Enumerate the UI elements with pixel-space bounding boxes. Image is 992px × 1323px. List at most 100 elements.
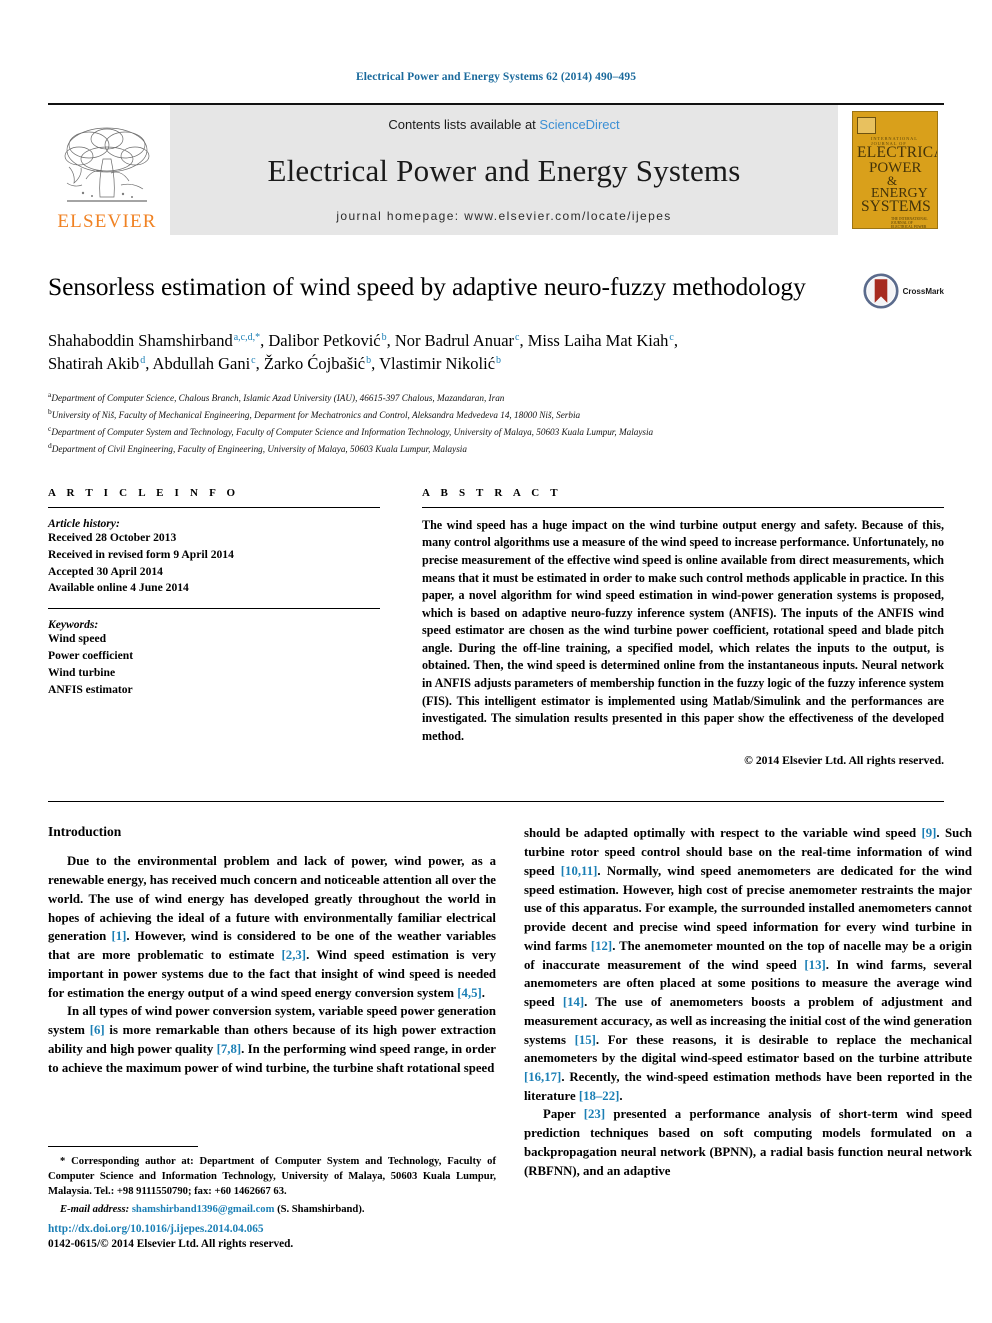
keyword-item: Power coefficient bbox=[48, 649, 134, 663]
article-history-title: Article history: bbox=[48, 516, 120, 530]
affiliation-item: cDepartment of Computer System and Techn… bbox=[48, 423, 944, 440]
keyword-item: ANFIS estimator bbox=[48, 683, 133, 697]
keywords-list: Wind speed Power coefficient Wind turbin… bbox=[48, 631, 380, 699]
divider bbox=[48, 506, 380, 508]
contents-available-line: Contents lists available at ScienceDirec… bbox=[388, 117, 619, 132]
history-item: Received 28 October 2013 bbox=[48, 530, 177, 544]
journal-homepage[interactable]: journal homepage: www.elsevier.com/locat… bbox=[336, 209, 671, 223]
author-name: , Nor Badrul Anuar bbox=[386, 331, 515, 350]
citation-reference[interactable]: [10,11] bbox=[561, 864, 598, 878]
abstract-text: The wind speed has a huge impact on the … bbox=[422, 517, 944, 743]
doi-link[interactable]: http://dx.doi.org/10.1016/j.ijepes.2014.… bbox=[48, 1222, 508, 1237]
cover-subline: THE INTERNATIONAL JOURNAL OF ELECTRICAL … bbox=[891, 216, 928, 229]
body-paragraph: should be adapted optimally with respect… bbox=[524, 826, 973, 1103]
page-title: Sensorless estimation of wind speed by a… bbox=[48, 272, 806, 301]
citation-reference[interactable]: [12] bbox=[591, 939, 612, 953]
author-separator: , bbox=[673, 331, 678, 350]
divider bbox=[422, 506, 944, 508]
article-info-column: A R T I C L E I N F O Article history: R… bbox=[48, 487, 380, 768]
citation-reference[interactable]: [15] bbox=[575, 1033, 596, 1047]
email-note: E-mail address: shamshirband1396@gmail.c… bbox=[48, 1202, 496, 1217]
section-heading-introduction: Introduction bbox=[48, 824, 122, 840]
author-name: , Miss Laiha Mat Kiah bbox=[519, 331, 669, 350]
abstract-heading: A B S T R A C T bbox=[422, 486, 562, 499]
history-item: Accepted 30 April 2014 bbox=[48, 564, 163, 578]
elsevier-tree-icon bbox=[59, 123, 155, 211]
author-affiliation-marker: a,c,d,* bbox=[233, 331, 261, 343]
keywords-title: Keywords: bbox=[48, 618, 99, 632]
history-item: Received in revised form 9 April 2014 bbox=[48, 547, 234, 561]
citation-reference[interactable]: [4,5] bbox=[457, 986, 482, 1000]
author-name: , Abdullah Gani bbox=[145, 354, 251, 374]
citation-reference[interactable]: [9] bbox=[921, 826, 936, 840]
corresponding-author-note: * Corresponding author at: Department of… bbox=[48, 1156, 496, 1198]
footnote-block: * Corresponding author at: Department of… bbox=[48, 1146, 496, 1218]
citation-reference[interactable]: [1] bbox=[111, 929, 126, 943]
affiliation-text: University of Niš, Faculty of Mechanical… bbox=[51, 409, 581, 420]
body-paragraph: Paper [23] presented a performance analy… bbox=[524, 1107, 972, 1178]
keyword-item: Wind speed bbox=[48, 632, 107, 646]
citation-reference[interactable]: [6] bbox=[90, 1023, 105, 1037]
sciencedirect-link[interactable]: ScienceDirect bbox=[539, 117, 619, 132]
author-name: Shahaboddin Shamshirband bbox=[48, 331, 233, 350]
body-paragraph: In all types of wind power conversion sy… bbox=[48, 1004, 496, 1075]
citation-reference[interactable]: [16,17] bbox=[524, 1070, 561, 1084]
journal-masthead: ELSEVIER Contents lists available at Sci… bbox=[48, 103, 944, 235]
paper-page: Electrical Power and Energy Systems 62 (… bbox=[0, 0, 992, 1323]
abstract-copyright: © 2014 Elsevier Ltd. All rights reserved… bbox=[744, 754, 944, 768]
citation-reference[interactable]: [23] bbox=[584, 1107, 605, 1121]
citation-reference[interactable]: [2,3] bbox=[282, 948, 307, 962]
footnote-divider bbox=[48, 1146, 198, 1147]
email-label: E-mail address: bbox=[60, 1204, 130, 1216]
affiliation-item: aDepartment of Computer Science, Chalous… bbox=[48, 389, 944, 406]
citation-reference[interactable]: [18–22] bbox=[579, 1089, 620, 1103]
affiliation-text: Department of Computer System and Techno… bbox=[51, 426, 654, 437]
doi-block: http://dx.doi.org/10.1016/j.ijepes.2014.… bbox=[48, 1222, 508, 1253]
body-columns: Introduction Due to the environmental pr… bbox=[48, 824, 972, 1180]
author-name: , Vlastimir Nikolić bbox=[371, 354, 496, 374]
journal-title: Electrical Power and Energy Systems bbox=[267, 152, 741, 188]
abstract-column: A B S T R A C T The wind speed has a hug… bbox=[422, 486, 944, 768]
history-item: Available online 4 June 2014 bbox=[48, 581, 189, 595]
citation-reference[interactable]: [13] bbox=[804, 958, 825, 972]
email-owner: (S. Shamshirband). bbox=[277, 1204, 365, 1216]
author-affiliation-marker: b bbox=[496, 354, 502, 366]
affiliation-item: dDepartment of Civil Engineering, Facult… bbox=[48, 440, 944, 457]
author-line-1: Shahaboddin Shamshirbanda,c,d,*, Dalibor… bbox=[48, 329, 944, 352]
author-name: , Žarko Ćojbašić bbox=[255, 354, 366, 374]
crossmark-icon bbox=[863, 273, 899, 309]
article-history-list: Received 28 October 2013 Received in rev… bbox=[48, 530, 380, 598]
author-list: Shahaboddin Shamshirbanda,c,d,*, Dalibor… bbox=[48, 329, 944, 376]
elsevier-logo: ELSEVIER bbox=[48, 105, 166, 235]
email-link[interactable]: shamshirband1396@gmail.com bbox=[132, 1204, 275, 1215]
title-text-wrap: Sensorless estimation of wind speed by a… bbox=[48, 271, 863, 304]
cover-line-1: ELECTRICAL bbox=[857, 144, 937, 161]
issn-copyright: 0142-0615/© 2014 Elsevier Ltd. All right… bbox=[48, 1238, 294, 1251]
journal-cover-image: INTERNATIONAL JOURNAL OF ELECTRICAL POWE… bbox=[852, 111, 938, 229]
divider bbox=[48, 608, 380, 610]
cover-line-2: POWER bbox=[869, 159, 922, 176]
info-abstract-block: A R T I C L E I N F O Article history: R… bbox=[48, 486, 944, 768]
author-line-2: Shatirah Akibd, Abdullah Ganic, Žarko Ćo… bbox=[48, 352, 944, 375]
title-area: Sensorless estimation of wind speed by a… bbox=[48, 271, 944, 309]
running-head: Electrical Power and Energy Systems 62 (… bbox=[355, 71, 637, 83]
body-column-left: Introduction Due to the environmental pr… bbox=[48, 824, 496, 1180]
citation-reference[interactable]: [7,8] bbox=[217, 1042, 242, 1056]
affiliation-text: Department of Civil Engineering, Faculty… bbox=[51, 443, 467, 454]
divider bbox=[48, 801, 944, 803]
journal-band: Contents lists available at ScienceDirec… bbox=[170, 105, 838, 235]
affiliation-text: Department of Computer Science, Chalous … bbox=[51, 392, 505, 403]
body-paragraph: Due to the environmental problem and lac… bbox=[48, 854, 496, 1000]
article-info-heading: A R T I C L E I N F O bbox=[48, 486, 240, 499]
cover-line-5: SYSTEMS bbox=[861, 198, 931, 216]
elsevier-wordmark: ELSEVIER bbox=[57, 211, 157, 232]
body-column-right: should be adapted optimally with respect… bbox=[524, 824, 972, 1180]
keyword-item: Wind turbine bbox=[48, 666, 116, 680]
crossmark-badge[interactable]: CrossMark bbox=[863, 271, 944, 309]
affiliation-item: bUniversity of Niš, Faculty of Mechanica… bbox=[48, 406, 944, 423]
crossmark-label: CrossMark bbox=[902, 286, 944, 296]
affiliation-list: aDepartment of Computer Science, Chalous… bbox=[48, 389, 944, 457]
author-name: , Dalibor Petković bbox=[260, 331, 381, 350]
citation-reference[interactable]: [14] bbox=[563, 995, 584, 1009]
author-name: Shatirah Akib bbox=[48, 354, 140, 374]
